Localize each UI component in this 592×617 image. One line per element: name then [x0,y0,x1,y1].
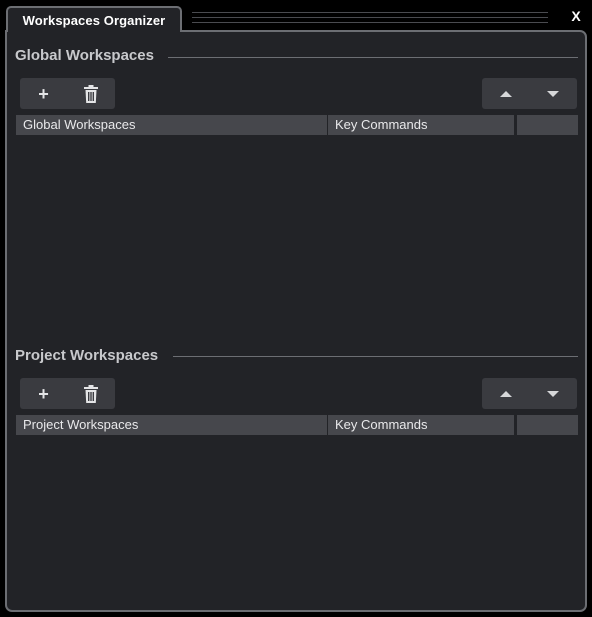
project-workspaces-table-header: Project Workspaces Key Commands [16,415,578,435]
arrow-down-icon [546,90,559,97]
global-workspaces-table-header: Global Workspaces Key Commands [16,115,578,135]
drag-grip-line[interactable] [192,17,548,18]
drag-grip-line[interactable] [192,22,548,23]
trash-icon [83,384,98,403]
column-header-extra[interactable] [517,415,578,435]
trash-icon [83,84,98,103]
move-up-project-button[interactable] [482,378,529,409]
project-edit-toolbar: + [20,378,115,409]
delete-project-workspace-button[interactable] [67,378,114,409]
workspaces-organizer-window: Workspaces Organizer X Global Workspaces… [0,0,592,617]
plus-icon: + [38,83,49,104]
move-up-global-button[interactable] [482,78,529,109]
column-header-key-commands[interactable]: Key Commands [328,115,514,135]
arrow-down-icon [546,390,559,397]
add-global-workspace-button[interactable]: + [20,78,67,109]
column-header-extra[interactable] [517,115,578,135]
column-header-global-workspaces[interactable]: Global Workspaces [16,115,327,135]
add-project-workspace-button[interactable]: + [20,378,67,409]
move-down-project-button[interactable] [529,378,576,409]
project-section-divider [173,356,578,357]
delete-global-workspace-button[interactable] [67,78,114,109]
move-down-global-button[interactable] [529,78,576,109]
tab-workspaces-organizer[interactable]: Workspaces Organizer [6,6,182,32]
global-move-toolbar [482,78,577,109]
project-workspaces-heading: Project Workspaces [15,347,159,364]
drag-grip-line[interactable] [192,12,548,13]
project-move-toolbar [482,378,577,409]
global-edit-toolbar: + [20,78,115,109]
global-workspaces-heading: Global Workspaces [15,47,154,64]
column-header-project-workspaces[interactable]: Project Workspaces [16,415,327,435]
tab-title: Workspaces Organizer [22,13,166,28]
close-button[interactable]: X [566,6,586,26]
column-header-key-commands[interactable]: Key Commands [328,415,514,435]
arrow-up-icon [499,390,512,397]
arrow-up-icon [499,90,512,97]
plus-icon: + [38,383,49,404]
global-section-divider [168,57,578,58]
